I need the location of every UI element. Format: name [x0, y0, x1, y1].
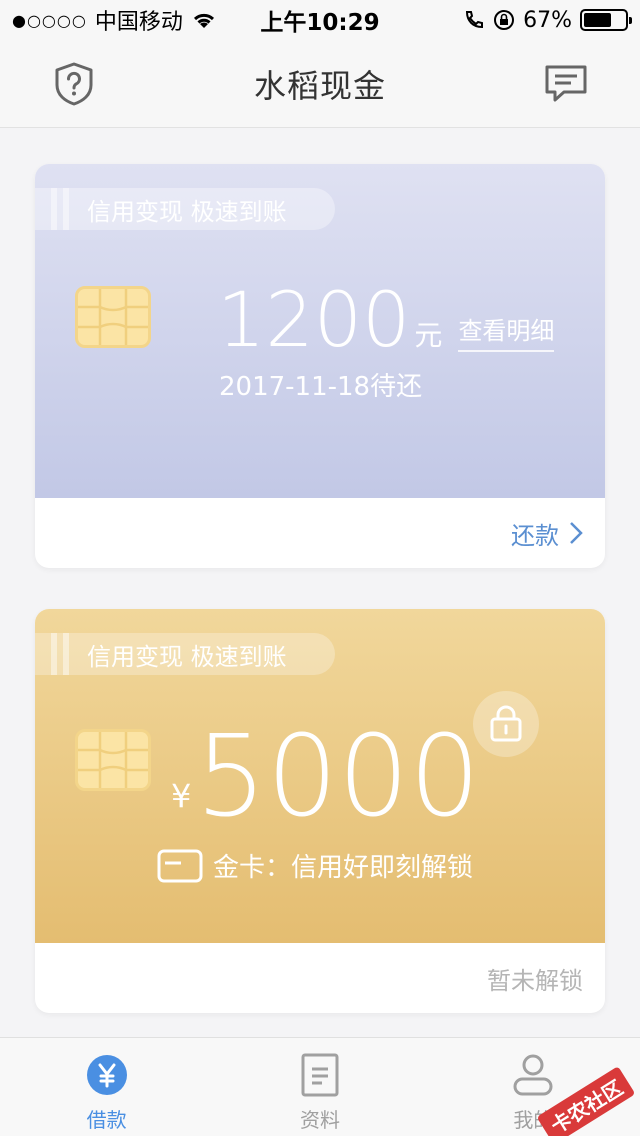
- carrier-name: 中国移动: [94, 10, 183, 35]
- help-button[interactable]: [50, 60, 98, 108]
- chevron-right-icon: [570, 522, 583, 544]
- help-shield-icon: [55, 62, 93, 106]
- document-icon: [297, 1052, 343, 1098]
- tag-stripes: [51, 188, 69, 230]
- gold-card-body: 信用变现 极速到账 ¥ 5000 金卡：信用好即刻解锁: [35, 609, 605, 943]
- locked-status: 暂未解锁: [487, 966, 583, 995]
- due-date: 2017-11-18待还: [219, 372, 423, 402]
- gold-currency: ¥: [171, 777, 192, 815]
- message-icon: [545, 65, 587, 102]
- tab-profile-data[interactable]: 资料: [213, 1038, 426, 1136]
- loan-amount: 1200 元 查看明细: [217, 275, 555, 364]
- card-tag-label: 信用变现 极速到账: [87, 197, 287, 226]
- status-bar: ●○○○○ 中国移动 上午10:29 67%: [0, 0, 640, 40]
- repay-label: 还款: [511, 521, 559, 550]
- card-chip-icon: [75, 729, 151, 791]
- battery-fill: [584, 13, 611, 27]
- loan-card-active: 信用变现 极速到账 1200 元 查看明细 2017-11-18待还 还款: [35, 164, 605, 568]
- card-tag: 信用变现 极速到账: [35, 188, 335, 230]
- status-right: 67%: [463, 7, 632, 33]
- message-button[interactable]: [542, 60, 590, 108]
- gold-card-footer: 暂未解锁: [35, 943, 605, 1013]
- tab-loan-label: 借款: [86, 1108, 127, 1132]
- signal-strength-icon: ●○○○○: [12, 10, 87, 30]
- tag-stripes: [51, 633, 69, 675]
- card-tag-label: 信用变现 极速到账: [87, 642, 287, 671]
- navigation-bar: 水稻现金: [0, 40, 640, 128]
- tab-profile-data-label: 资料: [299, 1108, 340, 1132]
- battery-percent: 67%: [523, 7, 572, 33]
- card-chip-icon: [75, 286, 151, 348]
- loan-card-active-body: 信用变现 极速到账 1200 元 查看明细 2017-11-18待还: [35, 164, 605, 498]
- page-title: 水稻现金: [253, 66, 386, 105]
- gold-card-locked: 信用变现 极速到账 ¥ 5000 金卡：信用好即刻解锁 暂未解锁: [35, 609, 605, 1013]
- battery-icon: [580, 9, 632, 31]
- gold-card-note: 金卡：信用好即刻解锁: [157, 847, 473, 884]
- credit-card-icon: [157, 849, 203, 882]
- tab-loan[interactable]: 借款: [0, 1038, 213, 1136]
- lock-icon: [473, 691, 539, 757]
- repay-button[interactable]: 还款: [511, 516, 583, 551]
- status-left: ●○○○○ 中国移动: [12, 4, 217, 36]
- gold-amount: ¥ 5000: [171, 721, 480, 833]
- rotation-lock-icon: [494, 10, 515, 30]
- gold-card-note-text: 金卡：信用好即刻解锁: [213, 853, 474, 883]
- call-forward-icon: [466, 11, 484, 29]
- gold-amount-value: 5000: [195, 712, 481, 842]
- loan-amount-unit: 元: [414, 319, 443, 352]
- loan-amount-value: 1200: [217, 275, 411, 364]
- yen-circle-icon: [84, 1052, 130, 1098]
- person-icon: [510, 1052, 556, 1098]
- wifi-icon: [193, 13, 214, 28]
- card-tag: 信用变现 极速到账: [35, 633, 335, 675]
- view-details-link[interactable]: 查看明细: [458, 311, 555, 352]
- loan-card-active-footer: 还款: [35, 498, 605, 568]
